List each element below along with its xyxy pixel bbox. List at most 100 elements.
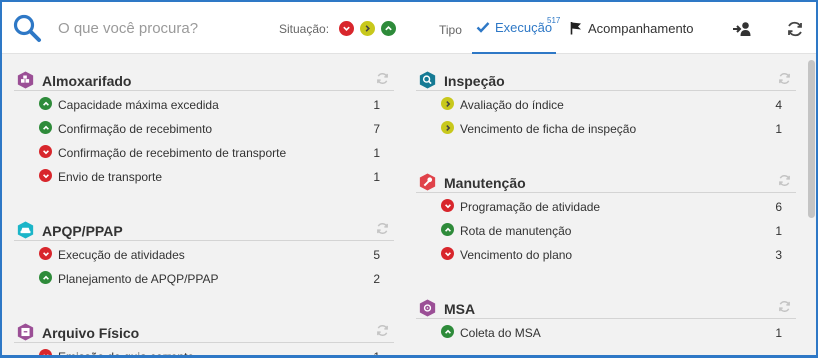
status-late-icon xyxy=(441,247,454,260)
list-item[interactable]: Confirmação de recebimento 7 xyxy=(14,115,394,139)
group-title: Manutenção xyxy=(444,175,526,191)
item-label: Avaliação do índice xyxy=(460,98,564,112)
list-item[interactable]: Vencimento do plano 3 xyxy=(416,241,796,265)
group-title: Arquivo Físico xyxy=(42,325,140,341)
list-item[interactable]: Confirmação de recebimento de transporte… xyxy=(14,139,394,163)
status-filter-due-button[interactable] xyxy=(360,21,375,36)
group-header: Arquivo Físico xyxy=(14,318,394,343)
status-on-time-icon xyxy=(39,121,52,134)
search-icon[interactable] xyxy=(12,13,42,43)
group-msa: MSA Coleta do MSA 1 xyxy=(416,294,796,343)
status-on-time-icon xyxy=(441,223,454,236)
msa-icon xyxy=(419,299,436,317)
item-label: Vencimento do plano xyxy=(460,248,573,262)
status-late-icon xyxy=(39,349,52,355)
refresh-icon[interactable] xyxy=(376,222,389,235)
list-item[interactable]: Vencimento de ficha de inspeção 1 xyxy=(416,115,796,139)
status-filter-late-button[interactable] xyxy=(339,21,354,36)
item-count: 3 xyxy=(775,248,782,262)
tab-acompanhamento-label: Acompanhamento xyxy=(588,20,694,36)
list-item[interactable]: Avaliação do índice 4 xyxy=(416,91,796,115)
item-label: Planejamento de APQP/PPAP xyxy=(58,272,219,286)
list-item[interactable]: Planejamento de APQP/PPAP 2 xyxy=(14,265,394,289)
status-on-time-icon xyxy=(39,97,52,110)
group-arquivo-fisico: Arquivo Físico Emissão de guia corrente … xyxy=(14,318,394,358)
status-due-icon xyxy=(441,121,454,134)
chevron-down-icon xyxy=(343,26,350,31)
tab-execucao-label: Execução xyxy=(495,19,553,35)
wrench-icon xyxy=(419,173,436,191)
type-label: Tipo xyxy=(439,23,462,37)
group-header: Manutenção xyxy=(416,168,796,193)
group-header: APQP/PPAP xyxy=(14,216,394,241)
refresh-icon[interactable] xyxy=(376,72,389,85)
item-count: 1 xyxy=(775,122,782,136)
list-item[interactable]: Rota de manutenção 1 xyxy=(416,217,796,241)
item-label: Confirmação de recebimento xyxy=(58,122,213,136)
item-label: Vencimento de ficha de inspeção xyxy=(460,122,637,136)
flag-icon xyxy=(570,22,581,35)
item-count: 4 xyxy=(775,98,782,112)
list-item[interactable]: Programação de atividade 6 xyxy=(416,193,796,217)
refresh-icon[interactable] xyxy=(778,300,791,313)
item-count: 7 xyxy=(373,122,380,136)
status-filter-label: Situação: xyxy=(279,22,330,36)
item-label: Emissão de guia corrente xyxy=(58,350,195,358)
group-title: MSA xyxy=(444,301,476,317)
chevron-up-icon xyxy=(385,26,392,31)
chevron-right-icon xyxy=(365,25,370,32)
status-late-icon xyxy=(39,247,52,260)
status-filter-ontime-button[interactable] xyxy=(381,21,396,36)
item-label: Rota de manutenção xyxy=(460,224,572,238)
status-late-icon xyxy=(39,145,52,158)
refresh-icon[interactable] xyxy=(778,72,791,85)
item-label: Capacidade máxima excedida xyxy=(58,98,219,112)
group-header: MSA xyxy=(416,294,796,319)
item-count: 1 xyxy=(373,170,380,184)
item-label: Programação de atividade xyxy=(460,200,601,214)
item-label: Coleta do MSA xyxy=(460,326,541,340)
list-item[interactable]: Coleta do MSA 1 xyxy=(416,319,796,343)
list-item[interactable]: Execução de atividades 5 xyxy=(14,241,394,265)
list-item[interactable]: Emissão de guia corrente 1 xyxy=(14,343,394,358)
item-count: 1 xyxy=(373,98,380,112)
inspection-icon xyxy=(419,71,436,89)
check-icon xyxy=(476,22,490,33)
tab-execucao[interactable]: Execução 517 xyxy=(472,2,560,54)
group-apqp-ppap: APQP/PPAP Execução de atividades 5 Plane… xyxy=(14,216,394,289)
item-count: 1 xyxy=(373,146,380,160)
search-input[interactable] xyxy=(58,16,268,40)
car-icon xyxy=(17,221,34,239)
refresh-icon[interactable] xyxy=(785,20,805,38)
status-on-time-icon xyxy=(441,325,454,338)
archive-icon xyxy=(17,323,34,341)
scrollbar[interactable] xyxy=(808,60,815,218)
item-count: 1 xyxy=(775,224,782,238)
item-label: Envio de transporte xyxy=(58,170,163,184)
group-almoxarifado: Almoxarifado Capacidade máxima excedida … xyxy=(14,66,394,187)
group-inspecao: Inspeção Avaliação do índice 4 Venciment… xyxy=(416,66,796,139)
tab-execucao-badge: 517 xyxy=(547,16,561,25)
list-item[interactable]: Capacidade máxima excedida 1 xyxy=(14,91,394,115)
group-title: Almoxarifado xyxy=(42,73,132,89)
group-header: Almoxarifado xyxy=(14,66,394,91)
assign-user-icon[interactable] xyxy=(732,20,752,38)
status-due-icon xyxy=(441,97,454,110)
app-frame: Situação: Tipo Execução 517 Acompanhamen… xyxy=(0,0,818,358)
group-header: Inspeção xyxy=(416,66,796,91)
tab-acompanhamento[interactable]: Acompanhamento xyxy=(568,2,698,54)
group-manutencao: Manutenção Programação de atividade 6 Ro… xyxy=(416,168,796,265)
refresh-icon[interactable] xyxy=(778,174,791,187)
status-late-icon xyxy=(441,199,454,212)
status-on-time-icon xyxy=(39,271,52,284)
item-count: 1 xyxy=(373,350,380,358)
warehouse-icon xyxy=(17,71,34,89)
item-count: 2 xyxy=(373,272,380,286)
item-label: Execução de atividades xyxy=(58,248,185,262)
list-item[interactable]: Envio de transporte 1 xyxy=(14,163,394,187)
item-label: Confirmação de recebimento de transporte xyxy=(58,146,287,160)
item-count: 6 xyxy=(775,200,782,214)
status-late-icon xyxy=(39,169,52,182)
refresh-icon[interactable] xyxy=(376,324,389,337)
group-title: Inspeção xyxy=(444,73,505,89)
